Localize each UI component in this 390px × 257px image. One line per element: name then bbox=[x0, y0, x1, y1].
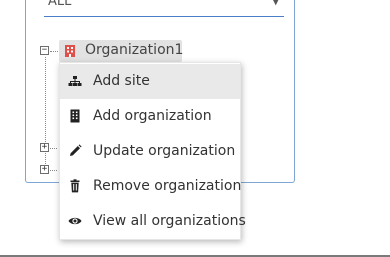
caret-down-icon[interactable]: ▼ bbox=[272, 0, 280, 7]
building-icon bbox=[70, 109, 80, 123]
sitemap-icon bbox=[68, 76, 82, 86]
tree-connector-line bbox=[50, 148, 57, 149]
tree-connector-line bbox=[45, 57, 46, 172]
menu-item-label: Add site bbox=[93, 73, 150, 89]
collapse-toggle[interactable]: − bbox=[40, 46, 49, 55]
tree-node-label: Organization1 bbox=[85, 42, 184, 58]
expand-toggle[interactable]: + bbox=[40, 143, 49, 152]
tree-connector-line bbox=[50, 170, 57, 171]
menu-item-label: Update organization bbox=[93, 143, 236, 159]
menu-item-label: View all organizations bbox=[93, 213, 246, 229]
tree-node-organization1[interactable]: Organization1 bbox=[59, 40, 184, 62]
menu-item-update-organization[interactable]: Update organization bbox=[60, 134, 240, 169]
expand-toggle[interactable]: + bbox=[40, 165, 49, 174]
menu-item-add-organization[interactable]: Add organization bbox=[60, 99, 240, 134]
filter-dropdown[interactable]: ALL ▼ bbox=[44, 0, 284, 17]
trash-icon bbox=[70, 179, 80, 193]
pencil-icon bbox=[70, 144, 82, 156]
menu-item-label: Add organization bbox=[93, 108, 212, 124]
menu-item-add-site[interactable]: Add site bbox=[60, 64, 240, 99]
tree-connector-line bbox=[50, 51, 58, 52]
menu-item-view-all-organizations[interactable]: View all organizations bbox=[60, 204, 246, 239]
menu-item-label: Remove organization bbox=[93, 178, 242, 194]
eye-icon bbox=[68, 217, 82, 225]
context-menu: Add site Add organization Update organiz… bbox=[59, 62, 246, 240]
menu-item-remove-organization[interactable]: Remove organization bbox=[60, 169, 242, 204]
building-icon bbox=[65, 45, 75, 57]
filter-selected-value: ALL bbox=[48, 0, 72, 9]
